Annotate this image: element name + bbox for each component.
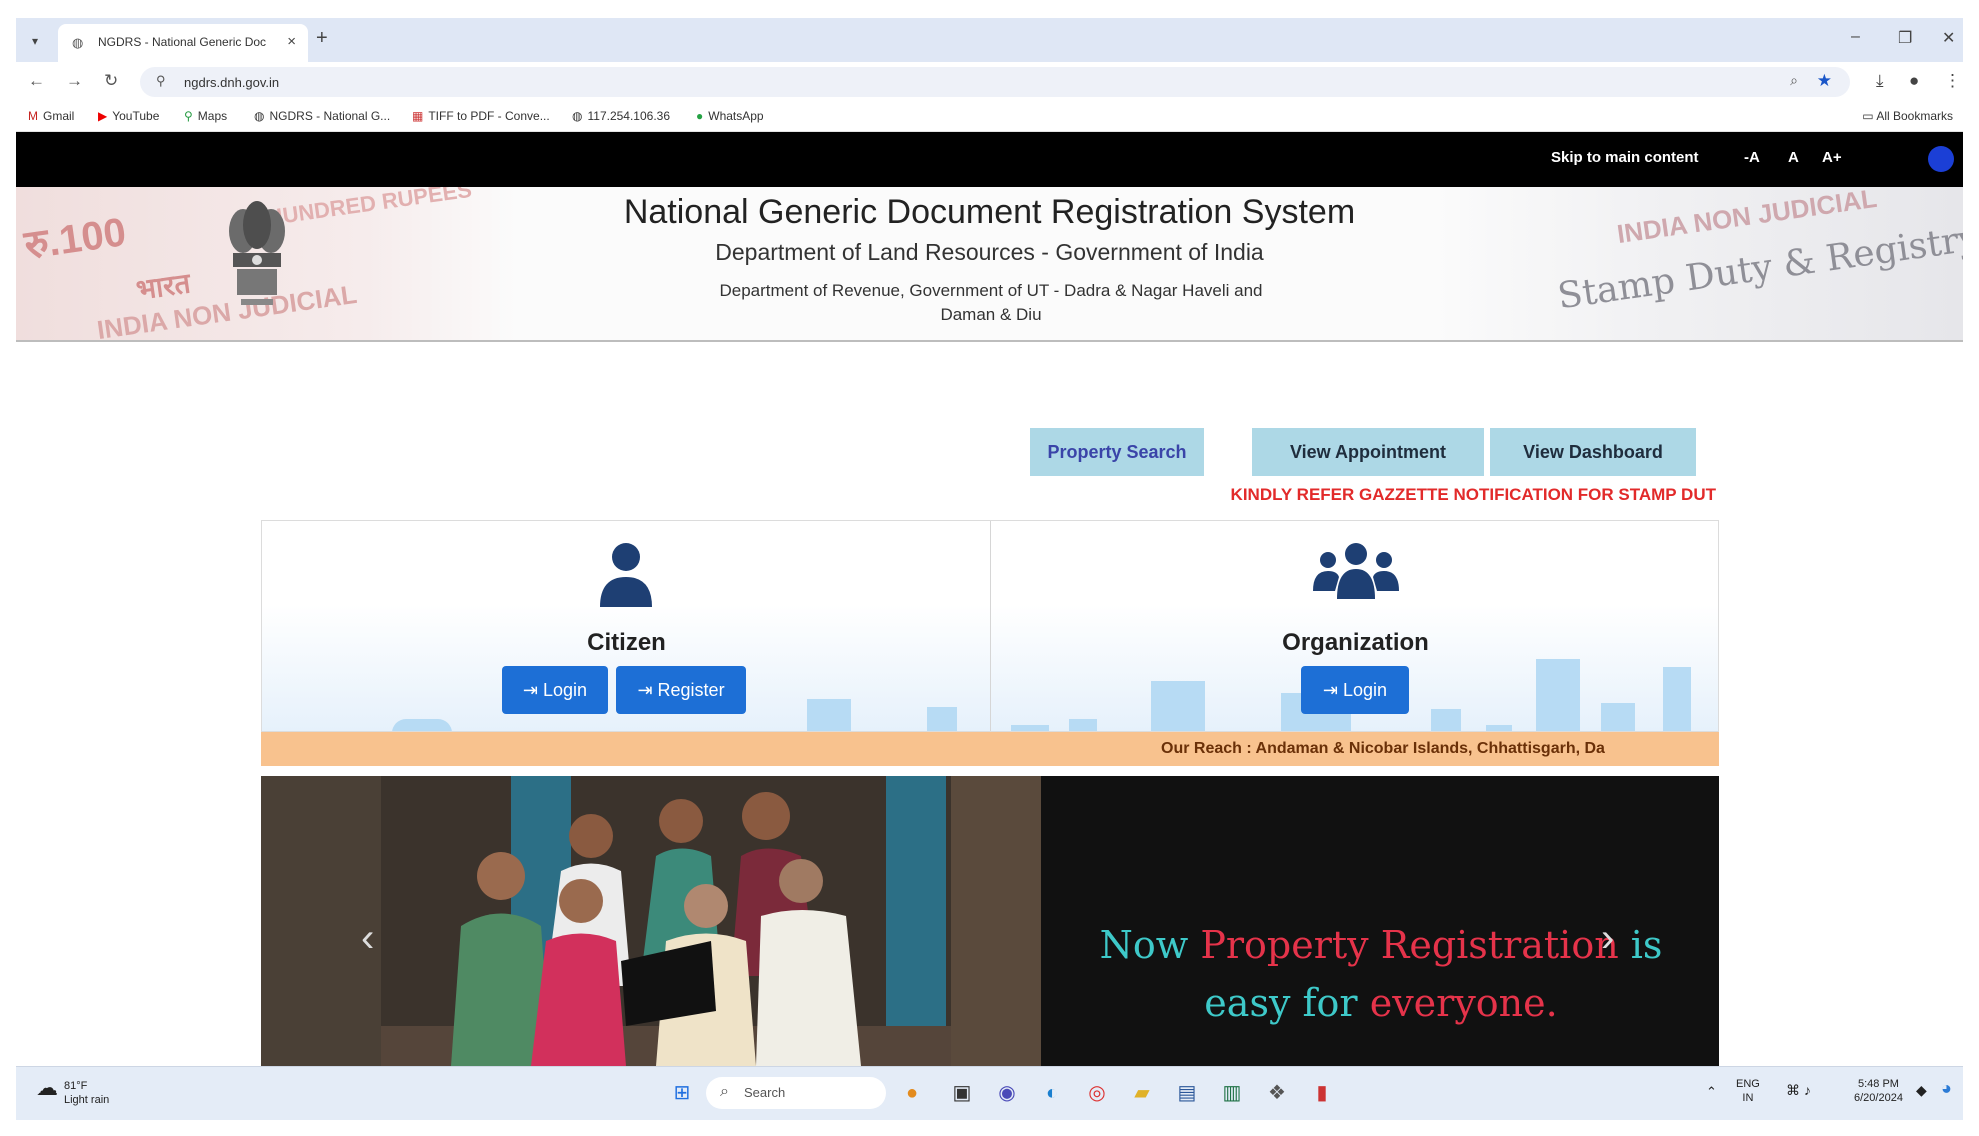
profile-icon[interactable]: ● bbox=[1909, 71, 1919, 91]
user-icon bbox=[600, 543, 652, 607]
folder-icon: ▭ bbox=[1862, 109, 1877, 123]
bookmark-maps[interactable]: ⚲ Maps bbox=[184, 109, 227, 123]
task-view-icon[interactable]: ▣ bbox=[946, 1077, 978, 1109]
edge-icon[interactable]: ◐ bbox=[1036, 1077, 1068, 1109]
download-icon[interactable]: ⤓ bbox=[1876, 71, 1884, 91]
word-icon[interactable]: ▤ bbox=[1171, 1077, 1203, 1109]
users-group-icon bbox=[1313, 543, 1399, 599]
tab-search-icon[interactable]: ▾ bbox=[24, 30, 46, 52]
bookmark-whatsapp[interactable]: ● WhatsApp bbox=[696, 109, 764, 123]
citizen-title: Citizen bbox=[587, 629, 666, 656]
menu-icon[interactable]: ⋮ bbox=[1944, 71, 1961, 91]
view-appointment-button[interactable]: View Appointment bbox=[1252, 428, 1484, 476]
citizen-register-button[interactable]: ⇥ Register bbox=[616, 666, 746, 714]
browser-window: ▾ ◍ NGDRS - National Generic Doc × + – ❐… bbox=[16, 18, 1963, 1120]
taskbar-search[interactable]: ⌕ Search bbox=[706, 1077, 886, 1109]
reload-icon[interactable]: ↻ bbox=[104, 71, 118, 91]
address-row: ← → ↻ ⚲ ngdrs.dnh.gov.in ⌕ ★ ⤓ ● ⋮ bbox=[16, 62, 1963, 102]
browser-tab[interactable]: ◍ NGDRS - National Generic Doc × bbox=[58, 24, 308, 62]
teams-icon[interactable]: ◉ bbox=[991, 1077, 1023, 1109]
citizen-login-button[interactable]: ⇥ Login bbox=[502, 666, 608, 714]
tray-chevron-icon[interactable]: ⌃ bbox=[1706, 1085, 1717, 1099]
font-normal-button[interactable]: A bbox=[1788, 149, 1799, 166]
site-info-icon[interactable]: ⚲ bbox=[156, 73, 166, 89]
site-header: रु.100 HUNDRED RUPEES भारत INDIA NON JUD… bbox=[16, 187, 1963, 342]
close-window-icon[interactable]: ✕ bbox=[1942, 28, 1955, 48]
weather-cloud-icon: ☁ bbox=[36, 1075, 58, 1100]
department-name: Department of Revenue, Government of UT … bbox=[719, 281, 1263, 324]
whatsapp-icon: ● bbox=[696, 109, 704, 123]
accessibility-bar: Skip to main content -A A A+ bbox=[16, 132, 1963, 187]
tab-title: NGDRS - National Generic Doc bbox=[98, 35, 267, 49]
carousel-next-icon[interactable]: › bbox=[1601, 916, 1614, 961]
bookmark-gmail[interactable]: M Gmail bbox=[28, 109, 74, 123]
login-cards: Citizen ⇥ Login ⇥ Register Organization … bbox=[261, 520, 1719, 732]
organization-card: Organization ⇥ Login bbox=[991, 521, 1718, 731]
globe-icon: ◍ bbox=[572, 109, 583, 123]
bookmark-ngdrs[interactable]: ◍ NGDRS - National G... bbox=[254, 109, 390, 123]
language-indicator[interactable]: ENG IN bbox=[1736, 1077, 1760, 1105]
globe-icon: ◍ bbox=[254, 109, 265, 123]
bookmark-star-icon[interactable]: ★ bbox=[1817, 71, 1832, 91]
zoom-icon[interactable]: ⌕ bbox=[1790, 72, 1798, 89]
back-icon[interactable]: ← bbox=[28, 71, 45, 91]
organization-title: Organization bbox=[1282, 629, 1429, 656]
minimize-icon[interactable]: – bbox=[1851, 28, 1860, 46]
notice-text: KINDLY REFER GAZZETTE NOTIFICATION FOR S… bbox=[1230, 485, 1716, 504]
close-tab-icon[interactable]: × bbox=[287, 33, 296, 50]
property-search-button[interactable]: Property Search bbox=[1030, 428, 1204, 476]
reach-marquee: Our Reach : Andaman & Nicobar Islands, C… bbox=[261, 732, 1719, 766]
copilot-tray-icon[interactable]: ◕ bbox=[1941, 1079, 1952, 1097]
globe-icon: ◍ bbox=[72, 35, 84, 50]
gmail-icon: M bbox=[28, 109, 38, 123]
all-bookmarks[interactable]: ▭ All Bookmarks bbox=[1862, 109, 1953, 123]
site-subtitle: Department of Land Resources - Governmen… bbox=[715, 239, 1264, 265]
hero-carousel: ‹ Now Property Registration is easy for … bbox=[261, 776, 1719, 1066]
notification-bell-icon[interactable]: ◆ bbox=[1916, 1083, 1927, 1097]
bookmark-tiff[interactable]: ▦ TIFF to PDF - Conve... bbox=[412, 109, 550, 123]
family-laptop-photo bbox=[261, 776, 1041, 1066]
pdf-icon[interactable]: ▮ bbox=[1306, 1077, 1338, 1109]
tiff-icon: ▦ bbox=[412, 109, 424, 123]
view-dashboard-button[interactable]: View Dashboard bbox=[1490, 428, 1696, 476]
clock[interactable]: 5:48 PM 6/20/2024 bbox=[1854, 1077, 1903, 1105]
contrast-toggle[interactable] bbox=[1928, 146, 1954, 172]
bookmark-ip[interactable]: ◍ 117.254.106.36 bbox=[572, 109, 670, 123]
site-title: National Generic Document Registration S… bbox=[623, 193, 1356, 231]
font-increase-button[interactable]: A+ bbox=[1822, 149, 1842, 166]
login-icon: ⇥ bbox=[1322, 680, 1344, 700]
excel-icon[interactable]: ▥ bbox=[1216, 1077, 1248, 1109]
chrome-icon[interactable]: ◎ bbox=[1081, 1077, 1113, 1109]
register-icon: ⇥ bbox=[637, 680, 658, 700]
organization-login-button[interactable]: ⇥ Login bbox=[1301, 666, 1409, 714]
start-icon[interactable]: ⊞ bbox=[666, 1077, 698, 1109]
app-icon[interactable]: ❖ bbox=[1261, 1077, 1293, 1109]
new-tab-icon[interactable]: + bbox=[316, 27, 328, 50]
restore-icon[interactable]: ❐ bbox=[1898, 28, 1912, 48]
notice-marquee[interactable]: KINDLY REFER GAZZETTE NOTIFICATION FOR S… bbox=[1146, 485, 1716, 511]
windows-taskbar: ☁ 81°F Light rain ⊞ ⌕ Search ● ▣ ◉ ◐ ◎ ▰ … bbox=[16, 1066, 1963, 1120]
tab-strip: ▾ ◍ NGDRS - National Generic Doc × + – ❐… bbox=[16, 18, 1963, 62]
skip-to-main-link[interactable]: Skip to main content bbox=[1551, 149, 1699, 166]
youtube-icon: ▶ bbox=[98, 109, 108, 123]
login-icon: ⇥ bbox=[522, 680, 544, 700]
search-icon: ⌕ bbox=[720, 1083, 729, 1100]
file-explorer-icon[interactable]: ▰ bbox=[1126, 1077, 1158, 1109]
address-bar[interactable]: ⚲ ngdrs.dnh.gov.in ⌕ ★ bbox=[140, 67, 1850, 97]
font-decrease-button[interactable]: -A bbox=[1744, 149, 1760, 166]
bookmarks-bar: M Gmail ▶ YouTube ⚲ Maps ◍ NGDRS - National … bbox=[16, 102, 1963, 132]
url-text: ngdrs.dnh.gov.in bbox=[184, 75, 280, 90]
page-content: Skip to main content -A A A+ रु.100 HUND… bbox=[16, 132, 1963, 1066]
reach-text: Our Reach : Andaman & Nicobar Islands, C… bbox=[1161, 740, 1605, 757]
carousel-prev-icon[interactable]: ‹ bbox=[361, 916, 374, 961]
forward-icon[interactable]: → bbox=[66, 71, 83, 91]
maps-icon: ⚲ bbox=[184, 109, 193, 123]
bookmark-youtube[interactable]: ▶ YouTube bbox=[98, 109, 159, 123]
network-volume-icon[interactable]: ⌘ ♪ bbox=[1786, 1083, 1811, 1097]
copilot-icon[interactable]: ● bbox=[896, 1077, 928, 1109]
citizen-card: Citizen ⇥ Login ⇥ Register bbox=[262, 521, 991, 731]
